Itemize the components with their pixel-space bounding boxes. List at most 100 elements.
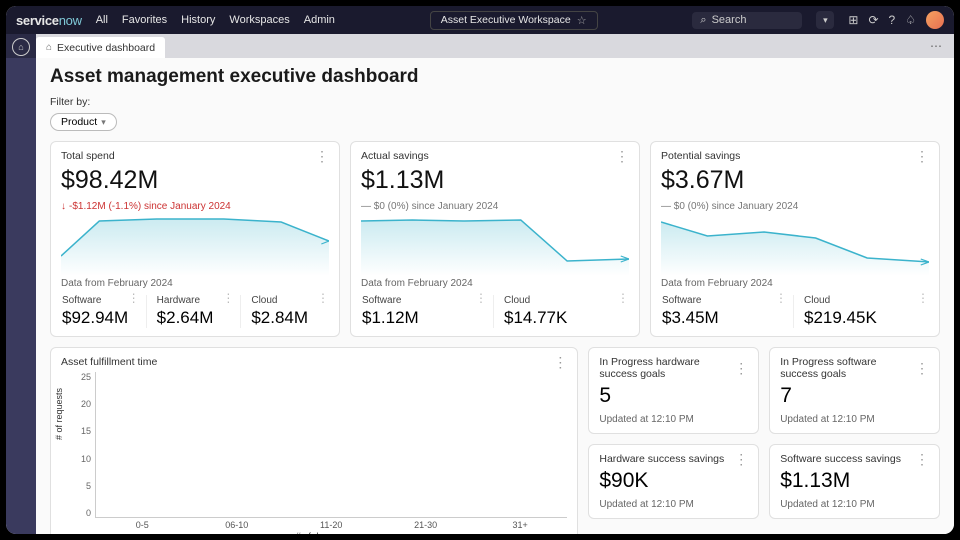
card-menu-icon[interactable]: ⋮: [553, 358, 567, 366]
search-input[interactable]: ⌕ Search: [692, 12, 802, 29]
card-fulfillment-time: Asset fulfillment time ⋮ # of requests 25…: [50, 347, 578, 534]
arrow-down-icon: ↓: [61, 201, 66, 212]
y-axis-label: # of requests: [54, 388, 64, 440]
card-menu-icon[interactable]: ⋮: [915, 364, 929, 372]
card-menu-icon[interactable]: ⋮: [734, 455, 748, 463]
filter-label: Filter by:: [50, 96, 940, 108]
card-title: Asset fulfillment time: [61, 356, 157, 368]
card-hw-savings: Hardware success savings ⋮ $90K Updated a…: [588, 444, 759, 519]
nav-admin[interactable]: Admin: [304, 14, 335, 26]
sub-menu-icon[interactable]: ⋮: [917, 295, 929, 306]
y-tick: 10: [81, 454, 91, 464]
nav-workspaces[interactable]: Workspaces: [229, 14, 289, 26]
main-content: Asset management executive dashboard Fil…: [36, 58, 954, 534]
top-nav: servicenow All Favorites History Workspa…: [6, 6, 954, 34]
sub-menu-icon[interactable]: ⋮: [222, 295, 234, 306]
search-dropdown-button[interactable]: ▾: [816, 11, 834, 29]
updated-at: Updated at 12:10 PM: [780, 414, 929, 425]
potential-savings-delta: — $0 (0%) since January 2024: [661, 201, 929, 212]
card-title: Total spend: [61, 150, 115, 162]
sub-cloud: Cloud⋮$14.77K: [493, 295, 629, 328]
help-icon[interactable]: ?: [889, 13, 896, 27]
tabs-overflow[interactable]: ⋯: [918, 34, 954, 58]
x-tick: 21-30: [397, 520, 455, 530]
context-pill[interactable]: Asset Executive Workspace ☆: [430, 11, 598, 30]
sub-software: Software⋮$1.12M: [361, 295, 487, 328]
sub-menu-icon[interactable]: ⋮: [475, 295, 487, 306]
sub-software: Software⋮$3.45M: [661, 295, 787, 328]
sub-cloud: Cloud⋮$219.45K: [793, 295, 929, 328]
data-from: Data from February 2024: [361, 278, 629, 289]
x-tick: 31+: [491, 520, 549, 530]
updated-at: Updated at 12:10 PM: [599, 414, 748, 425]
sw-goals-value: 7: [780, 384, 929, 408]
total-spend-delta: ↓-$1.12M (-1.1%) since January 2024: [61, 201, 329, 212]
x-tick: 0-5: [113, 520, 171, 530]
y-tick: 25: [81, 372, 91, 382]
tab-executive-dashboard[interactable]: ⌂ Executive dashboard: [36, 37, 165, 58]
nav-history[interactable]: History: [181, 14, 215, 26]
updated-at: Updated at 12:10 PM: [780, 499, 929, 510]
sub-menu-icon[interactable]: ⋮: [617, 295, 629, 306]
x-tick: 11-20: [302, 520, 360, 530]
hw-savings-value: $90K: [599, 469, 748, 493]
left-rail: [6, 58, 36, 534]
y-axis: # of requests 25 20 15 10 5 0: [61, 372, 95, 518]
sub-hardware: Hardware⋮$2.64M: [146, 295, 235, 328]
x-ticks: 0-506-1011-2021-3031+: [61, 520, 567, 530]
nav-links: All Favorites History Workspaces Admin: [96, 14, 335, 26]
y-tick: 0: [86, 508, 91, 518]
brand-logo: servicenow: [16, 13, 82, 28]
nav-all[interactable]: All: [96, 14, 108, 26]
card-menu-icon[interactable]: ⋮: [615, 152, 629, 160]
grid-icon[interactable]: ⊞: [848, 13, 858, 27]
card-menu-icon[interactable]: ⋮: [915, 455, 929, 463]
card-title: Potential savings: [661, 150, 740, 162]
sub-menu-icon[interactable]: ⋮: [128, 295, 140, 306]
sub-menu-icon[interactable]: ⋮: [317, 295, 329, 306]
refresh-icon[interactable]: ⟳: [868, 13, 878, 27]
bell-icon[interactable]: ♤: [905, 13, 916, 27]
actual-savings-delta: — $0 (0%) since January 2024: [361, 201, 629, 212]
home-icon[interactable]: ⌂: [12, 38, 30, 56]
y-tick: 20: [81, 399, 91, 409]
card-menu-icon[interactable]: ⋮: [734, 364, 748, 372]
card-title: Actual savings: [361, 150, 429, 162]
actual-savings-spark: [361, 216, 629, 276]
context-label: Asset Executive Workspace: [441, 14, 571, 26]
potential-savings-value: $3.67M: [661, 166, 929, 195]
card-menu-icon[interactable]: ⋮: [315, 152, 329, 160]
search-icon: ⌕: [700, 14, 706, 27]
card-title: In Progress software success goals: [780, 356, 915, 380]
sub-menu-icon[interactable]: ⋮: [775, 295, 787, 306]
sub-cloud: Cloud⋮$2.84M: [240, 295, 329, 328]
page-title: Asset management executive dashboard: [50, 66, 940, 88]
nav-favorites[interactable]: Favorites: [122, 14, 167, 26]
card-sw-goals: In Progress software success goals⋮ 7 Up…: [769, 347, 940, 434]
card-menu-icon[interactable]: ⋮: [915, 152, 929, 160]
potential-savings-spark: [661, 216, 929, 276]
card-title: In Progress hardware success goals: [599, 356, 734, 380]
chevron-down-icon: ▾: [101, 117, 106, 128]
card-title: Software success savings: [780, 453, 901, 465]
card-sw-savings: Software success savings ⋮ $1.13M Updated…: [769, 444, 940, 519]
y-tick: 15: [81, 426, 91, 436]
updated-at: Updated at 12:10 PM: [599, 499, 748, 510]
sw-savings-value: $1.13M: [780, 469, 929, 493]
star-icon[interactable]: ☆: [577, 14, 587, 27]
dashboard-icon: ⌂: [46, 42, 52, 53]
x-axis-label: # of days: [61, 531, 567, 534]
card-hw-goals: In Progress hardware success goals⋮ 5 Up…: [588, 347, 759, 434]
total-spend-value: $98.42M: [61, 166, 329, 195]
data-from: Data from February 2024: [61, 278, 329, 289]
sub-software: Software⋮$92.94M: [61, 295, 140, 328]
hw-goals-value: 5: [599, 384, 748, 408]
card-potential-savings: Potential savings ⋮ $3.67M — $0 (0%) sinc…: [650, 141, 940, 337]
filter-chip-label: Product: [61, 116, 97, 128]
filter-product-chip[interactable]: Product ▾: [50, 113, 117, 131]
avatar[interactable]: [926, 11, 944, 29]
tabs-bar: ⌂ ⌂ Executive dashboard ⋯: [6, 34, 954, 58]
bar-plot: [95, 372, 567, 518]
actual-savings-value: $1.13M: [361, 166, 629, 195]
card-title: Hardware success savings: [599, 453, 724, 465]
